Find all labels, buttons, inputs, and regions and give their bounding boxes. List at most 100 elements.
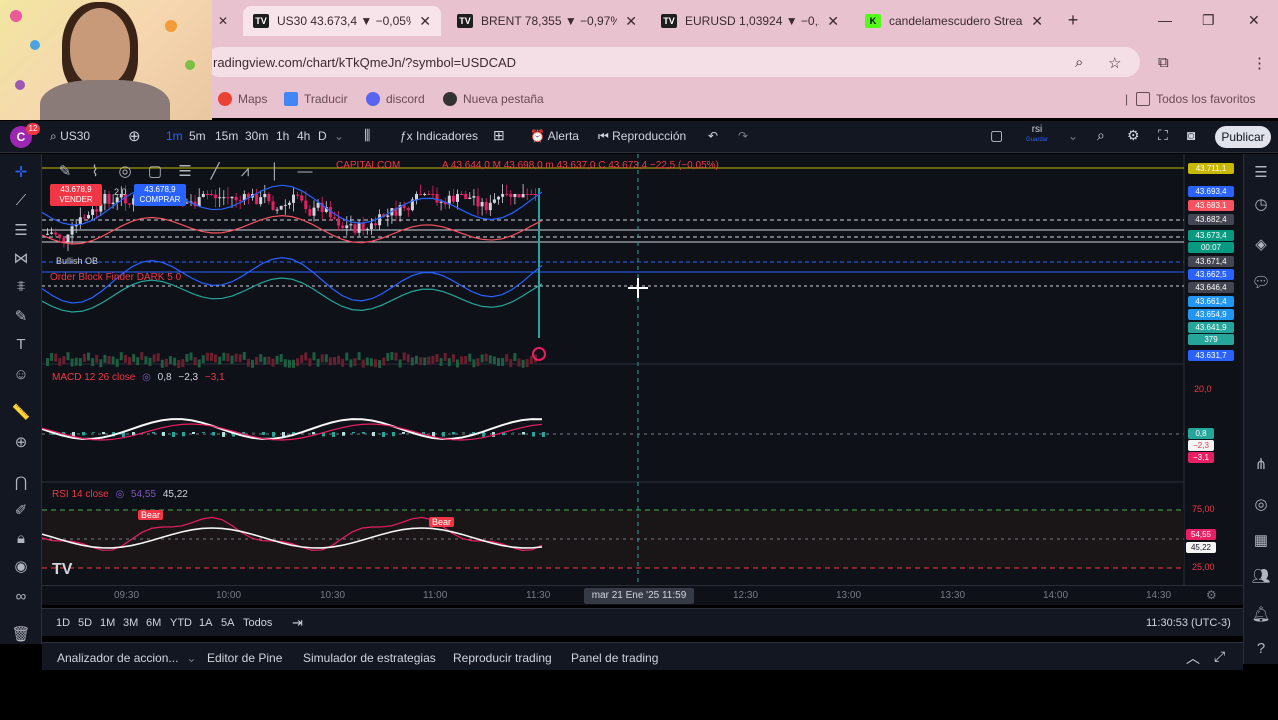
layout-icon[interactable]: ▢ [990, 127, 1003, 144]
interval-dropdown-icon[interactable]: ⌄ [334, 129, 344, 143]
brush-icon[interactable]: ✎ [50, 162, 80, 180]
star-icon[interactable]: ☆ [1108, 54, 1121, 72]
close-tab-icon[interactable]: ✕ [827, 13, 839, 30]
magnet-tool-icon[interactable]: ⋂ [10, 472, 32, 494]
maximize-panel-icon[interactable]: ⤢ [1214, 648, 1225, 665]
tab-trading-panel[interactable]: Panel de trading [571, 651, 658, 665]
watchlist-icon[interactable]: ☰ [1250, 162, 1272, 184]
search-icon[interactable]: ⌕ [1075, 54, 1083, 71]
range-5a[interactable]: 5A [221, 617, 234, 629]
interval-1m[interactable]: 1m [166, 129, 183, 143]
fib-tool-icon[interactable]: ☰ [10, 220, 32, 242]
pattern-icon[interactable]: ⋔ [1250, 454, 1272, 476]
close-tab-icon[interactable]: ✕ [419, 13, 431, 30]
symbol-search[interactable]: ⌕ US30 [50, 129, 90, 144]
zoom-tool-icon[interactable]: ⊕ [10, 432, 32, 454]
templates-icon[interactable]: ⊞ [493, 127, 505, 144]
forecast-tool-icon[interactable]: ⩨ [10, 276, 32, 298]
fullscreen-icon[interactable]: ⛶ [1158, 127, 1168, 144]
bookmark-maps[interactable]: Maps [218, 92, 267, 106]
visibility-icon[interactable]: ◎ [115, 489, 124, 500]
quick-search-icon[interactable]: ⌕ [1097, 127, 1105, 144]
minimize-icon[interactable]: — [1158, 12, 1172, 28]
close-tab-icon[interactable]: ✕ [625, 13, 637, 30]
eye-icon[interactable]: ◉ [10, 556, 32, 578]
chart-area[interactable]: TV CAPITALCOM A 43.644,0 M 43.698,0 m 43… [41, 154, 1243, 604]
layers-icon[interactable]: ◈ [1250, 234, 1272, 256]
goto-date-icon[interactable]: ⇥ [292, 615, 303, 631]
trash-icon[interactable]: 🗑︎ [10, 624, 32, 646]
close-tab-icon[interactable]: ✕ [1031, 13, 1043, 30]
tab-pine-editor[interactable]: Editor de Pine [207, 651, 282, 665]
publish-button[interactable]: Publicar [1215, 126, 1271, 148]
alerts-clock-icon[interactable]: ◷ [1250, 194, 1272, 216]
help-icon[interactable]: ? [1250, 638, 1272, 660]
axis-settings-gear-icon[interactable]: ⚙ [1206, 588, 1217, 602]
link-icon[interactable]: ∞ [10, 586, 32, 608]
rectangle-icon[interactable]: ▢ [140, 162, 170, 180]
bookmark-traducir[interactable]: Traducir [284, 92, 348, 106]
chat-icon[interactable]: 💬︎ [1250, 272, 1272, 294]
interval-4h[interactable]: 4h [297, 129, 310, 143]
interval-1h[interactable]: 1h [276, 129, 289, 143]
camera-icon[interactable]: ◙ [1187, 127, 1195, 143]
crosshair-tool-icon[interactable]: ✛ [10, 162, 32, 184]
notifications-bell-icon[interactable]: 🔔︎ [1250, 604, 1272, 626]
buy-button[interactable]: 43.678,9 COMPRAR [134, 184, 186, 206]
text-tool-icon[interactable]: T [10, 334, 32, 356]
pattern-tool-icon[interactable]: ⋈ [10, 248, 32, 270]
candle-type-icon[interactable]: ⫼ [364, 127, 370, 144]
sell-button[interactable]: 43.678,9 VENDER [50, 184, 102, 206]
range-1m[interactable]: 1M [100, 617, 115, 629]
url-field[interactable]: radingview.com/chart/kTkQmeJn/?symbol=US… [205, 47, 1140, 77]
browser-tab-brent[interactable]: TV BRENT 78,355 ▼ −0,97% ✕ [447, 6, 647, 36]
interval-15m[interactable]: 15m [215, 129, 238, 143]
undo-icon[interactable]: ↶ [708, 129, 718, 143]
clock-timezone[interactable]: 11:30:53 (UTC-3) [1146, 617, 1231, 629]
target-icon[interactable]: ◎ [110, 162, 140, 180]
extensions-icon[interactable]: ⧉ [1158, 54, 1169, 71]
redo-icon[interactable]: ↷ [738, 129, 748, 143]
browser-tab-us30[interactable]: TV US30 43.673,4 ▼ −0,05% ✕ [243, 6, 441, 36]
interval-5m[interactable]: 5m [189, 129, 206, 143]
layout-name-button[interactable]: rsi Guardar [1026, 125, 1048, 145]
close-window-icon[interactable]: ✕ [1248, 12, 1260, 29]
trend-line-tool-icon[interactable]: ⟋ [10, 190, 32, 212]
emoji-tool-icon[interactable]: ☺ [10, 364, 32, 386]
settings-gear-icon[interactable]: ⚙ [1127, 127, 1140, 144]
menu-icon[interactable]: ⋮ [1252, 54, 1267, 72]
bookmark-discord[interactable]: discord [366, 92, 425, 106]
fib-icon[interactable]: ☰ [170, 162, 200, 180]
interval-30m[interactable]: 30m [245, 129, 268, 143]
line-icon[interactable]: ╱ [200, 162, 230, 180]
stay-drawing-icon[interactable]: ✐ [10, 500, 32, 522]
compare-icon[interactable]: ⊕ [128, 127, 141, 145]
range-1a[interactable]: 1A [199, 617, 212, 629]
ideas-icon[interactable]: ◎ [1250, 494, 1272, 516]
brush-tool-icon[interactable]: ✎ [10, 306, 32, 328]
calendar-icon[interactable]: ▦ [1250, 530, 1272, 552]
range-5d[interactable]: 5D [78, 617, 92, 629]
close-previous-tab-button[interactable]: ✕ [212, 6, 234, 36]
range-1d[interactable]: 1D [56, 617, 70, 629]
visibility-icon[interactable]: ◎ [142, 372, 151, 383]
tab-strategy-tester[interactable]: Simulador de estrategias [303, 651, 436, 665]
lock-icon[interactable]: 🔒︎ [10, 528, 32, 550]
browser-tab-eurusd[interactable]: TV EURUSD 1,03924 ▼ −0,2 ✕ [651, 6, 849, 36]
range-ytd[interactable]: YTD [170, 617, 192, 629]
indicators-button[interactable]: ƒx Indicadores [400, 129, 478, 143]
range-3m[interactable]: 3M [123, 617, 138, 629]
collapse-panel-icon[interactable]: ︿ [1186, 648, 1200, 668]
vertical-line-icon[interactable]: │ [260, 163, 290, 180]
browser-tab-kick[interactable]: K candelamescudero Strea ✕ [855, 6, 1053, 36]
range-6m[interactable]: 6M [146, 617, 161, 629]
alert-button[interactable]: ⏰ Alerta [530, 129, 579, 143]
layout-dropdown-icon[interactable]: ⌄ [1068, 129, 1078, 143]
ruler-tool-icon[interactable]: 📏 [10, 402, 32, 424]
horizontal-line-icon[interactable]: — [290, 163, 320, 180]
replay-button[interactable]: ⏮ Reproducción [598, 129, 686, 144]
users-icon[interactable]: 👥︎ [1250, 566, 1272, 588]
interval-d[interactable]: D [318, 129, 327, 143]
tab-trading-replay[interactable]: Reproducir trading [453, 651, 552, 665]
path-icon[interactable]: ⩘ [230, 163, 260, 180]
